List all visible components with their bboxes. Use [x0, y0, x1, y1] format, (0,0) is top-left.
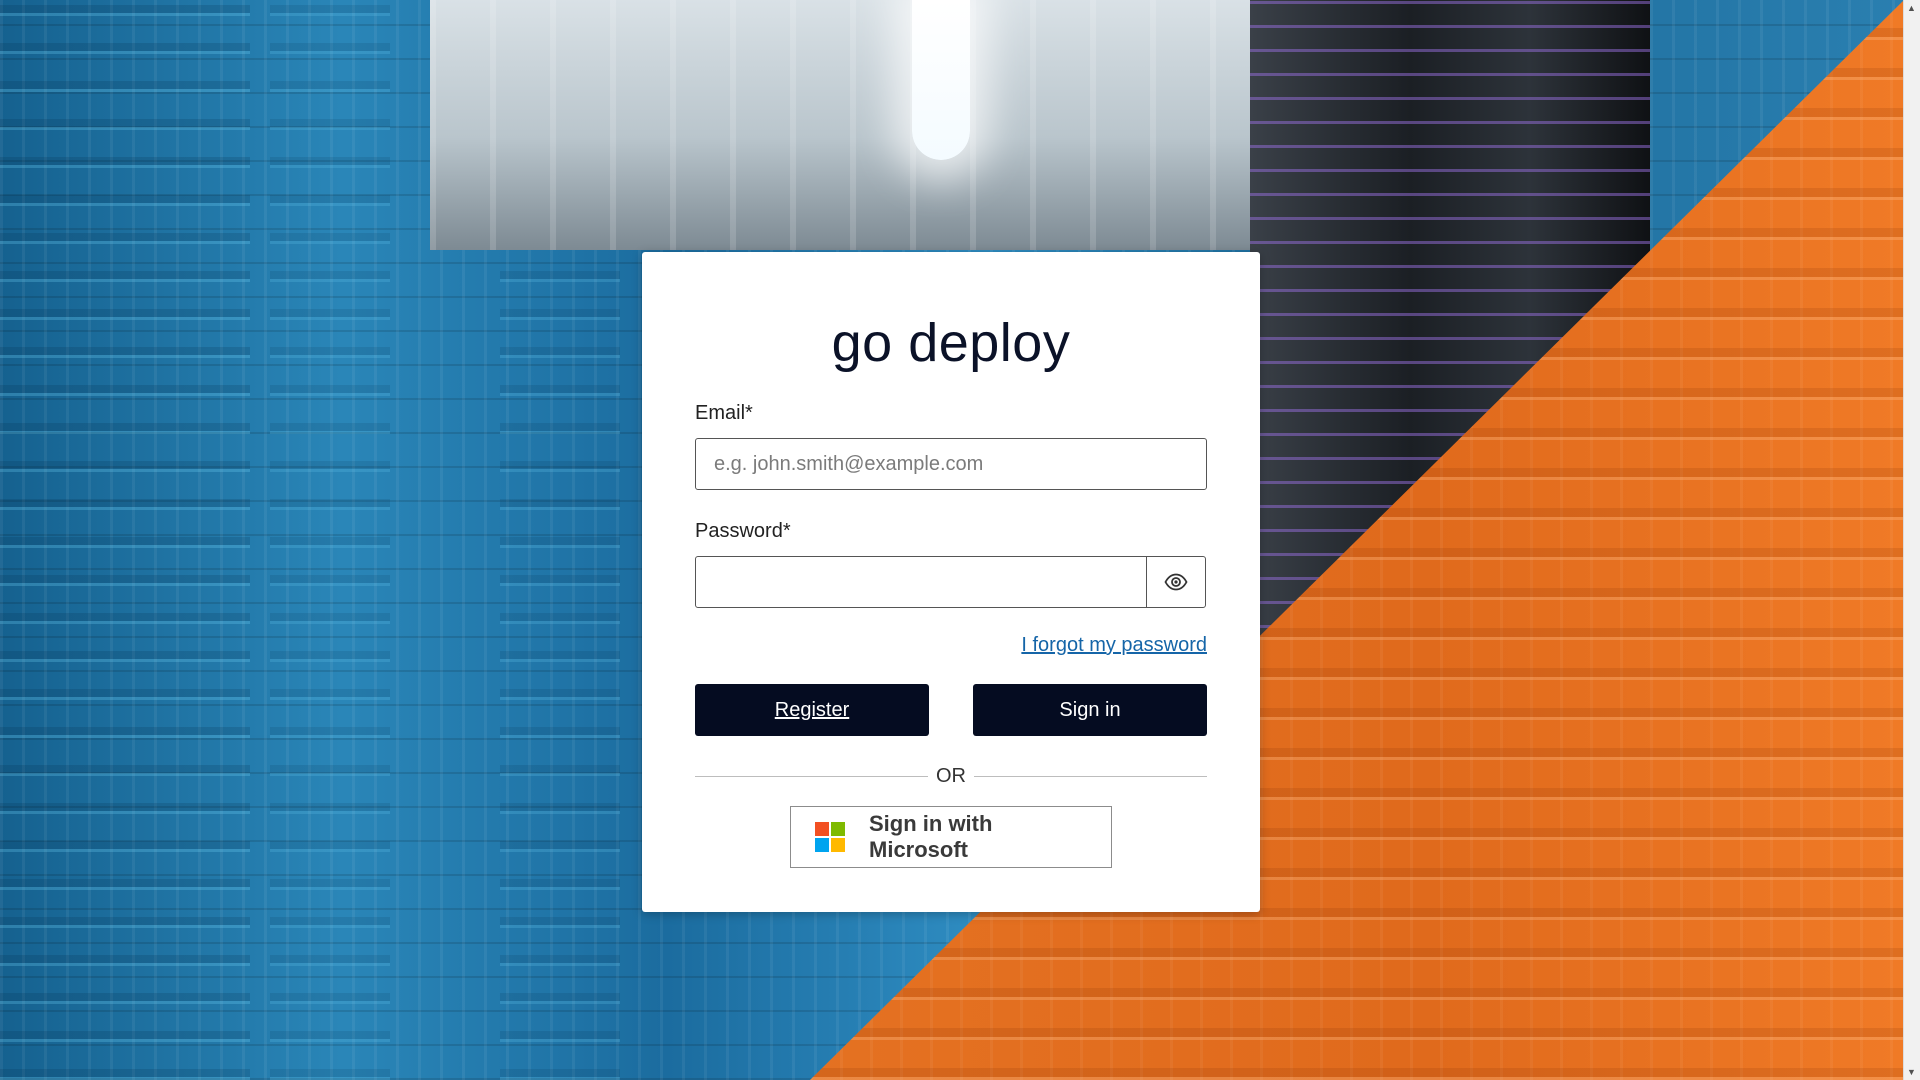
eye-icon — [1164, 573, 1188, 591]
microsoft-logo-icon — [815, 822, 845, 852]
show-password-button[interactable] — [1146, 556, 1206, 608]
divider-line-right — [974, 775, 1207, 777]
or-divider: OR — [695, 764, 1207, 788]
forgot-password-link[interactable]: I forgot my password — [1021, 634, 1207, 656]
server-rack-left-2 — [270, 0, 390, 1080]
scroll-up-arrow-icon[interactable]: ▲ — [1907, 3, 1916, 13]
divider-line-left — [695, 775, 928, 777]
sign-in-button[interactable]: Sign in — [973, 684, 1207, 736]
password-field-group — [695, 556, 1207, 608]
password-label: Password* — [695, 520, 791, 542]
login-card: go deploy Email* Password* I forgot my p… — [642, 252, 1260, 912]
forgot-password-row: I forgot my password — [695, 634, 1207, 660]
sign-in-with-microsoft-button[interactable]: Sign in with Microsoft — [790, 806, 1112, 868]
or-divider-text: OR — [936, 764, 966, 787]
page-scrollbar[interactable]: ▲ ▼ — [1903, 0, 1920, 1080]
ceiling-light — [912, 0, 970, 160]
app-title: go deploy — [831, 313, 1071, 373]
microsoft-button-label: Sign in with Microsoft — [869, 811, 993, 862]
email-input[interactable] — [695, 438, 1207, 490]
background-ceiling — [430, 0, 1330, 250]
password-input[interactable] — [695, 556, 1147, 608]
action-buttons: Register Sign in — [695, 684, 1207, 736]
server-rack-left — [0, 0, 250, 1080]
scroll-down-arrow-icon[interactable]: ▼ — [1907, 1067, 1916, 1077]
email-label: Email* — [695, 402, 753, 424]
register-button[interactable]: Register — [695, 684, 929, 736]
login-page: go deploy Email* Password* I forgot my p… — [0, 0, 1904, 1080]
